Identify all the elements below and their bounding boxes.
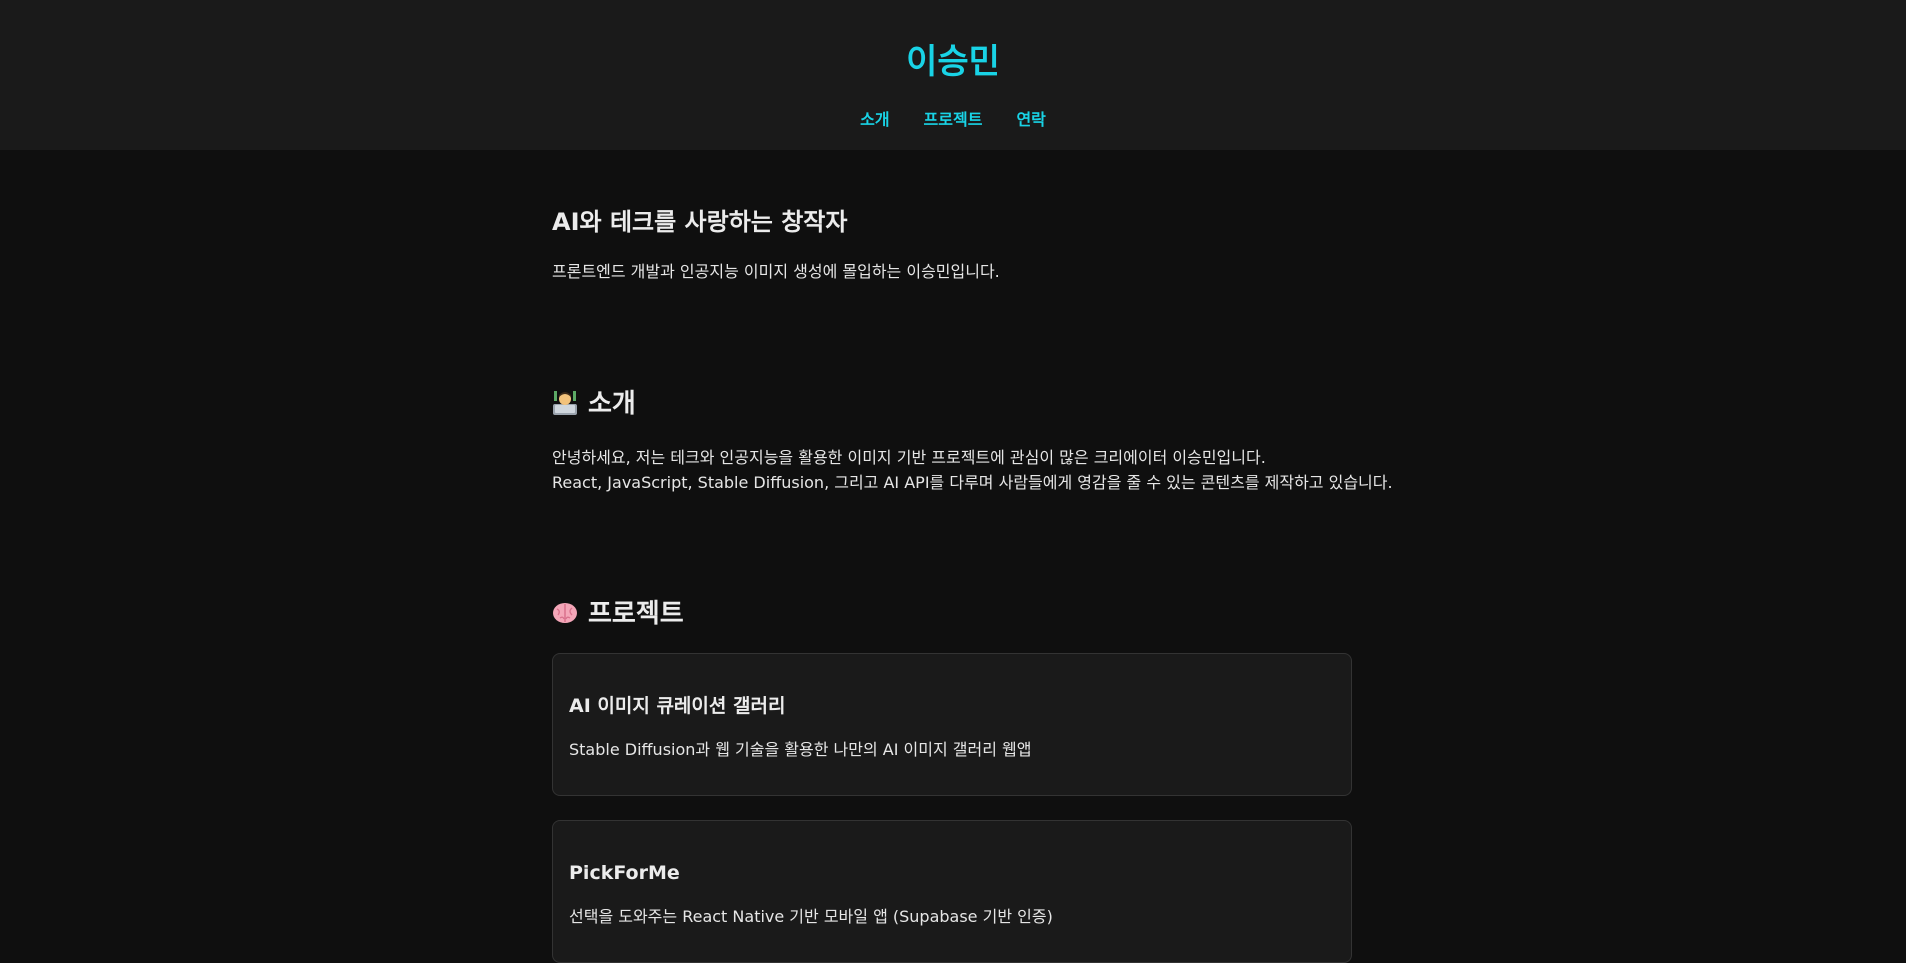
project-card-title: AI 이미지 큐레이션 갤러리 [569,695,786,717]
nav-link-projects[interactable]: 프로젝트 [924,110,983,129]
about-section-title: 소개 [552,386,636,422]
site-header: 이승민 소개 프로젝트 연락 [0,0,1906,150]
technologist-icon [552,390,578,416]
project-card-desc: 선택을 도와주는 React Native 기반 모바일 앱 (Supabase… [569,907,1053,926]
about-text: 안녕하세요, 저는 테크와 인공지능을 활용한 이미지 기반 프로젝트에 관심이… [552,445,1393,495]
nav-link-contact[interactable]: 연락 [1016,110,1045,129]
project-card-title: PickForMe [569,862,680,884]
projects-title: 프로젝트 [588,599,684,629]
site-title: 이승민 [906,42,1000,82]
main-nav: 소개 프로젝트 연락 [0,108,1906,132]
project-card[interactable]: AI 이미지 큐레이션 갤러리 Stable Diffusion과 웹 기술을 … [552,653,1352,796]
project-card-desc: Stable Diffusion과 웹 기술을 활용한 나만의 AI 이미지 갤… [569,740,1032,759]
brain-icon [552,600,578,626]
about-title: 소개 [588,389,636,419]
about-line-1: 안녕하세요, 저는 테크와 인공지능을 활용한 이미지 기반 프로젝트에 관심이… [552,448,1266,467]
projects-section-title: 프로젝트 [552,596,684,632]
nav-link-about[interactable]: 소개 [860,110,889,129]
hero-text: 프론트엔드 개발과 인공지능 이미지 생성에 몰입하는 이승민입니다. [552,262,1000,281]
hero-title: AI와 테크를 사랑하는 창작자 [552,208,848,236]
project-card[interactable]: PickForMe 선택을 도와주는 React Native 기반 모바일 앱… [552,820,1352,963]
about-line-2: React, JavaScript, Stable Diffusion, 그리고… [552,473,1393,492]
